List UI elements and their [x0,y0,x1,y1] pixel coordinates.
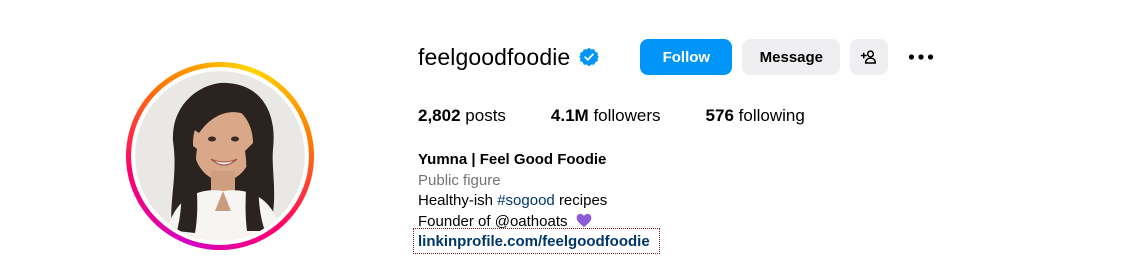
username[interactable]: feelgoodfoodie [418,44,570,71]
story-ring[interactable] [126,62,314,250]
avatar-gap [131,67,309,245]
posts-label: posts [465,106,506,125]
external-link-box: linkinprofile.com/feelgoodfoodie [413,228,660,254]
profile-stats: 2,802 posts 4.1M followers 576 following [418,106,850,126]
followers-count: 4.1M [550,106,589,125]
posts-count: 2,802 [418,106,461,125]
verified-badge-icon [579,47,600,67]
followers-stat[interactable]: 4.1M followers [551,106,661,126]
bio-text: Founder of [418,212,491,230]
more-options-button[interactable] [906,39,936,75]
following-stat[interactable]: 576 following [706,106,805,126]
bio-text: Healthy-ish [418,192,494,209]
mention-link[interactable]: @oathoats [495,213,568,230]
following-count: 576 [705,106,734,125]
more-options-icon [909,54,934,60]
hashtag-link[interactable]: #sogood [497,192,555,209]
follow-button[interactable]: Follow [640,39,733,75]
profile-bio: Yumna | Feel Good Foodie Public figure H… [418,150,607,234]
bio-text: recipes [558,192,608,209]
add-person-icon [861,50,877,64]
message-button[interactable]: Message [742,39,841,75]
following-label: following [738,106,805,125]
followers-label: followers [593,106,661,125]
profile-title-row: feelgoodfoodie Follow Message [418,38,936,76]
posts-stat: 2,802 posts [418,106,506,126]
category-label: Public figure [418,171,501,189]
avatar[interactable] [135,71,305,241]
full-name: Yumna | Feel Good Foodie [418,151,607,168]
suggest-similar-button[interactable] [850,39,889,75]
external-link[interactable]: linkinprofile.com/feelgoodfoodie [418,233,650,250]
bio-line-1: Healthy-ish #sogood recipes [418,191,607,212]
profile-header: feelgoodfoodie Follow Message 2,802 post… [0,0,1128,262]
